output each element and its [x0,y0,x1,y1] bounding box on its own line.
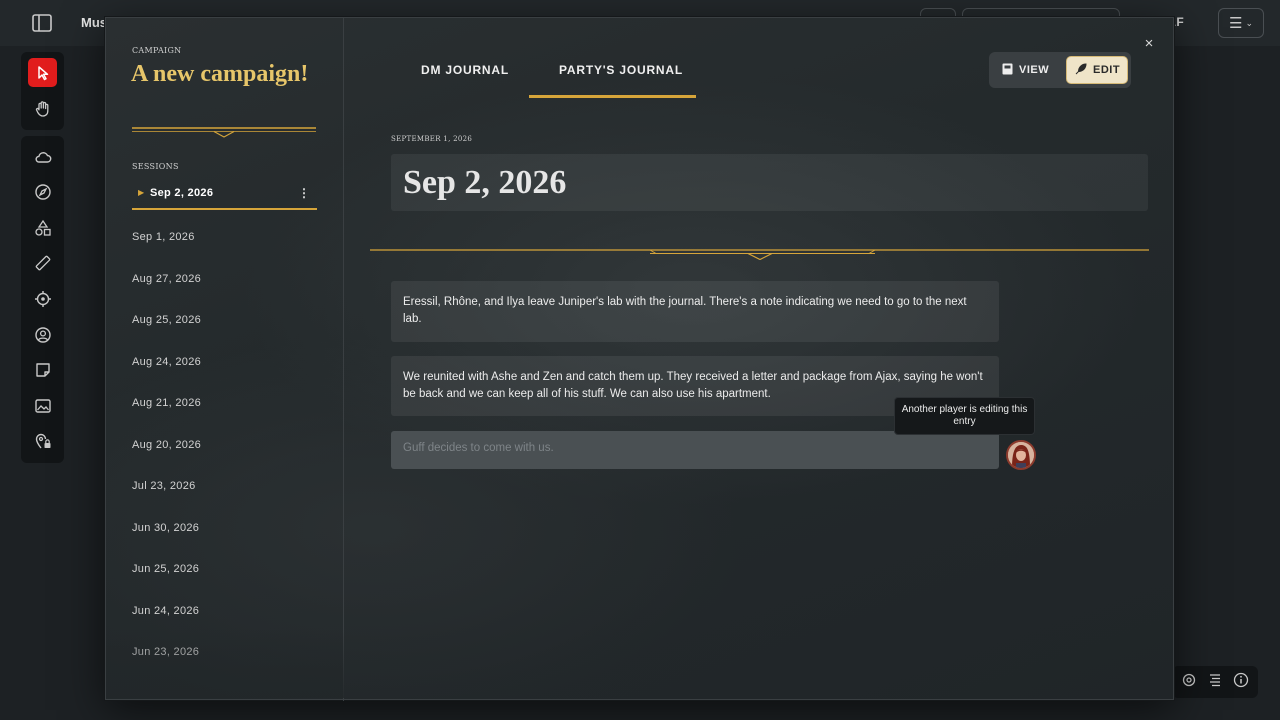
book-icon [1002,63,1013,78]
settings-icon[interactable] [1181,672,1197,693]
session-item[interactable]: Sep 1, 2026 [132,231,195,243]
view-button[interactable]: VIEW [996,57,1060,83]
menu-button[interactable]: ☰ ⌄ [1218,8,1264,38]
session-item[interactable]: Jun 24, 2026 [132,605,199,617]
session-item-label: Sep 2, 2026 [150,187,214,199]
tool-group-secondary [21,136,64,463]
kebab-menu-icon[interactable]: ⋮ [298,186,310,200]
ornament-divider-icon [370,249,1149,260]
bottom-right-toolbar [1172,666,1258,698]
info-icon[interactable] [1233,672,1249,693]
close-icon[interactable]: × [1140,35,1158,53]
session-item[interactable]: Jun 25, 2026 [132,563,199,575]
hamburger-icon: ☰ [1229,15,1243,32]
session-item[interactable]: Jun 30, 2026 [132,522,199,534]
note-icon[interactable] [28,355,57,384]
tool-group-primary [21,52,64,130]
entry-title: Sep 2, 2026 [403,164,567,201]
sessions-panel: CAMPAIGN A new campaign! SESSIONS ▶ Sep … [106,18,344,701]
journal-modal: × CAMPAIGN A new campaign! SESSIONS ▶ Se… [105,17,1174,701]
session-item[interactable]: Aug 24, 2026 [132,356,201,368]
session-item[interactable]: Aug 20, 2026 [132,439,201,451]
editing-tooltip: Another player is editing this entry [894,397,1035,435]
active-tab-indicator [529,95,696,98]
hand-icon[interactable] [28,94,57,123]
caret-right-icon: ▶ [138,188,145,197]
shapes-icon[interactable] [28,213,57,242]
session-item[interactable]: Jul 23, 2026 [132,480,196,492]
entry-title-field[interactable]: Sep 2, 2026 [391,154,1148,211]
ornament-divider-icon [132,127,316,138]
list-icon[interactable] [1207,672,1223,693]
journal-entry-locked[interactable]: Guff decides to come with us. [391,431,999,469]
chevron-down-icon: ⌄ [1245,17,1253,28]
session-item[interactable]: Aug 21, 2026 [132,397,201,409]
pointer-icon[interactable] [28,58,57,87]
session-item[interactable]: Jun 23, 2026 [132,646,199,658]
view-label: VIEW [1019,64,1050,76]
cloud-icon[interactable] [28,142,57,171]
target-icon[interactable] [28,284,57,313]
tab-dm-journal[interactable]: DM JOURNAL [421,63,509,77]
avatar[interactable] [1006,440,1036,470]
campaign-title: A new campaign! [131,61,309,87]
compass-icon[interactable] [28,177,57,206]
image-icon[interactable] [28,391,57,420]
session-item[interactable]: Aug 27, 2026 [132,273,201,285]
user-circle-icon[interactable] [28,320,57,349]
journal-entry[interactable]: Eressil, Rhône, and Ilya leave Juniper's… [391,281,999,342]
entry-date-caption: SEPTEMBER 1, 2026 [391,135,473,143]
tab-party-journal[interactable]: PARTY'S JOURNAL [559,63,683,77]
quill-icon [1075,62,1087,78]
session-item-active[interactable]: ▶ Sep 2, 2026 ⋮ [132,182,317,210]
sidebar-toggle-icon[interactable] [30,12,54,34]
campaign-label: CAMPAIGN [132,46,182,55]
map-pin-lock-icon[interactable] [28,426,57,455]
ruler-icon[interactable] [28,248,57,277]
edit-label: EDIT [1093,64,1121,76]
list-fade [106,628,344,698]
edit-button[interactable]: EDIT [1066,56,1128,84]
view-edit-toggle: VIEW EDIT [989,52,1131,88]
session-item[interactable]: Aug 25, 2026 [132,314,201,326]
sessions-label: SESSIONS [132,162,179,171]
